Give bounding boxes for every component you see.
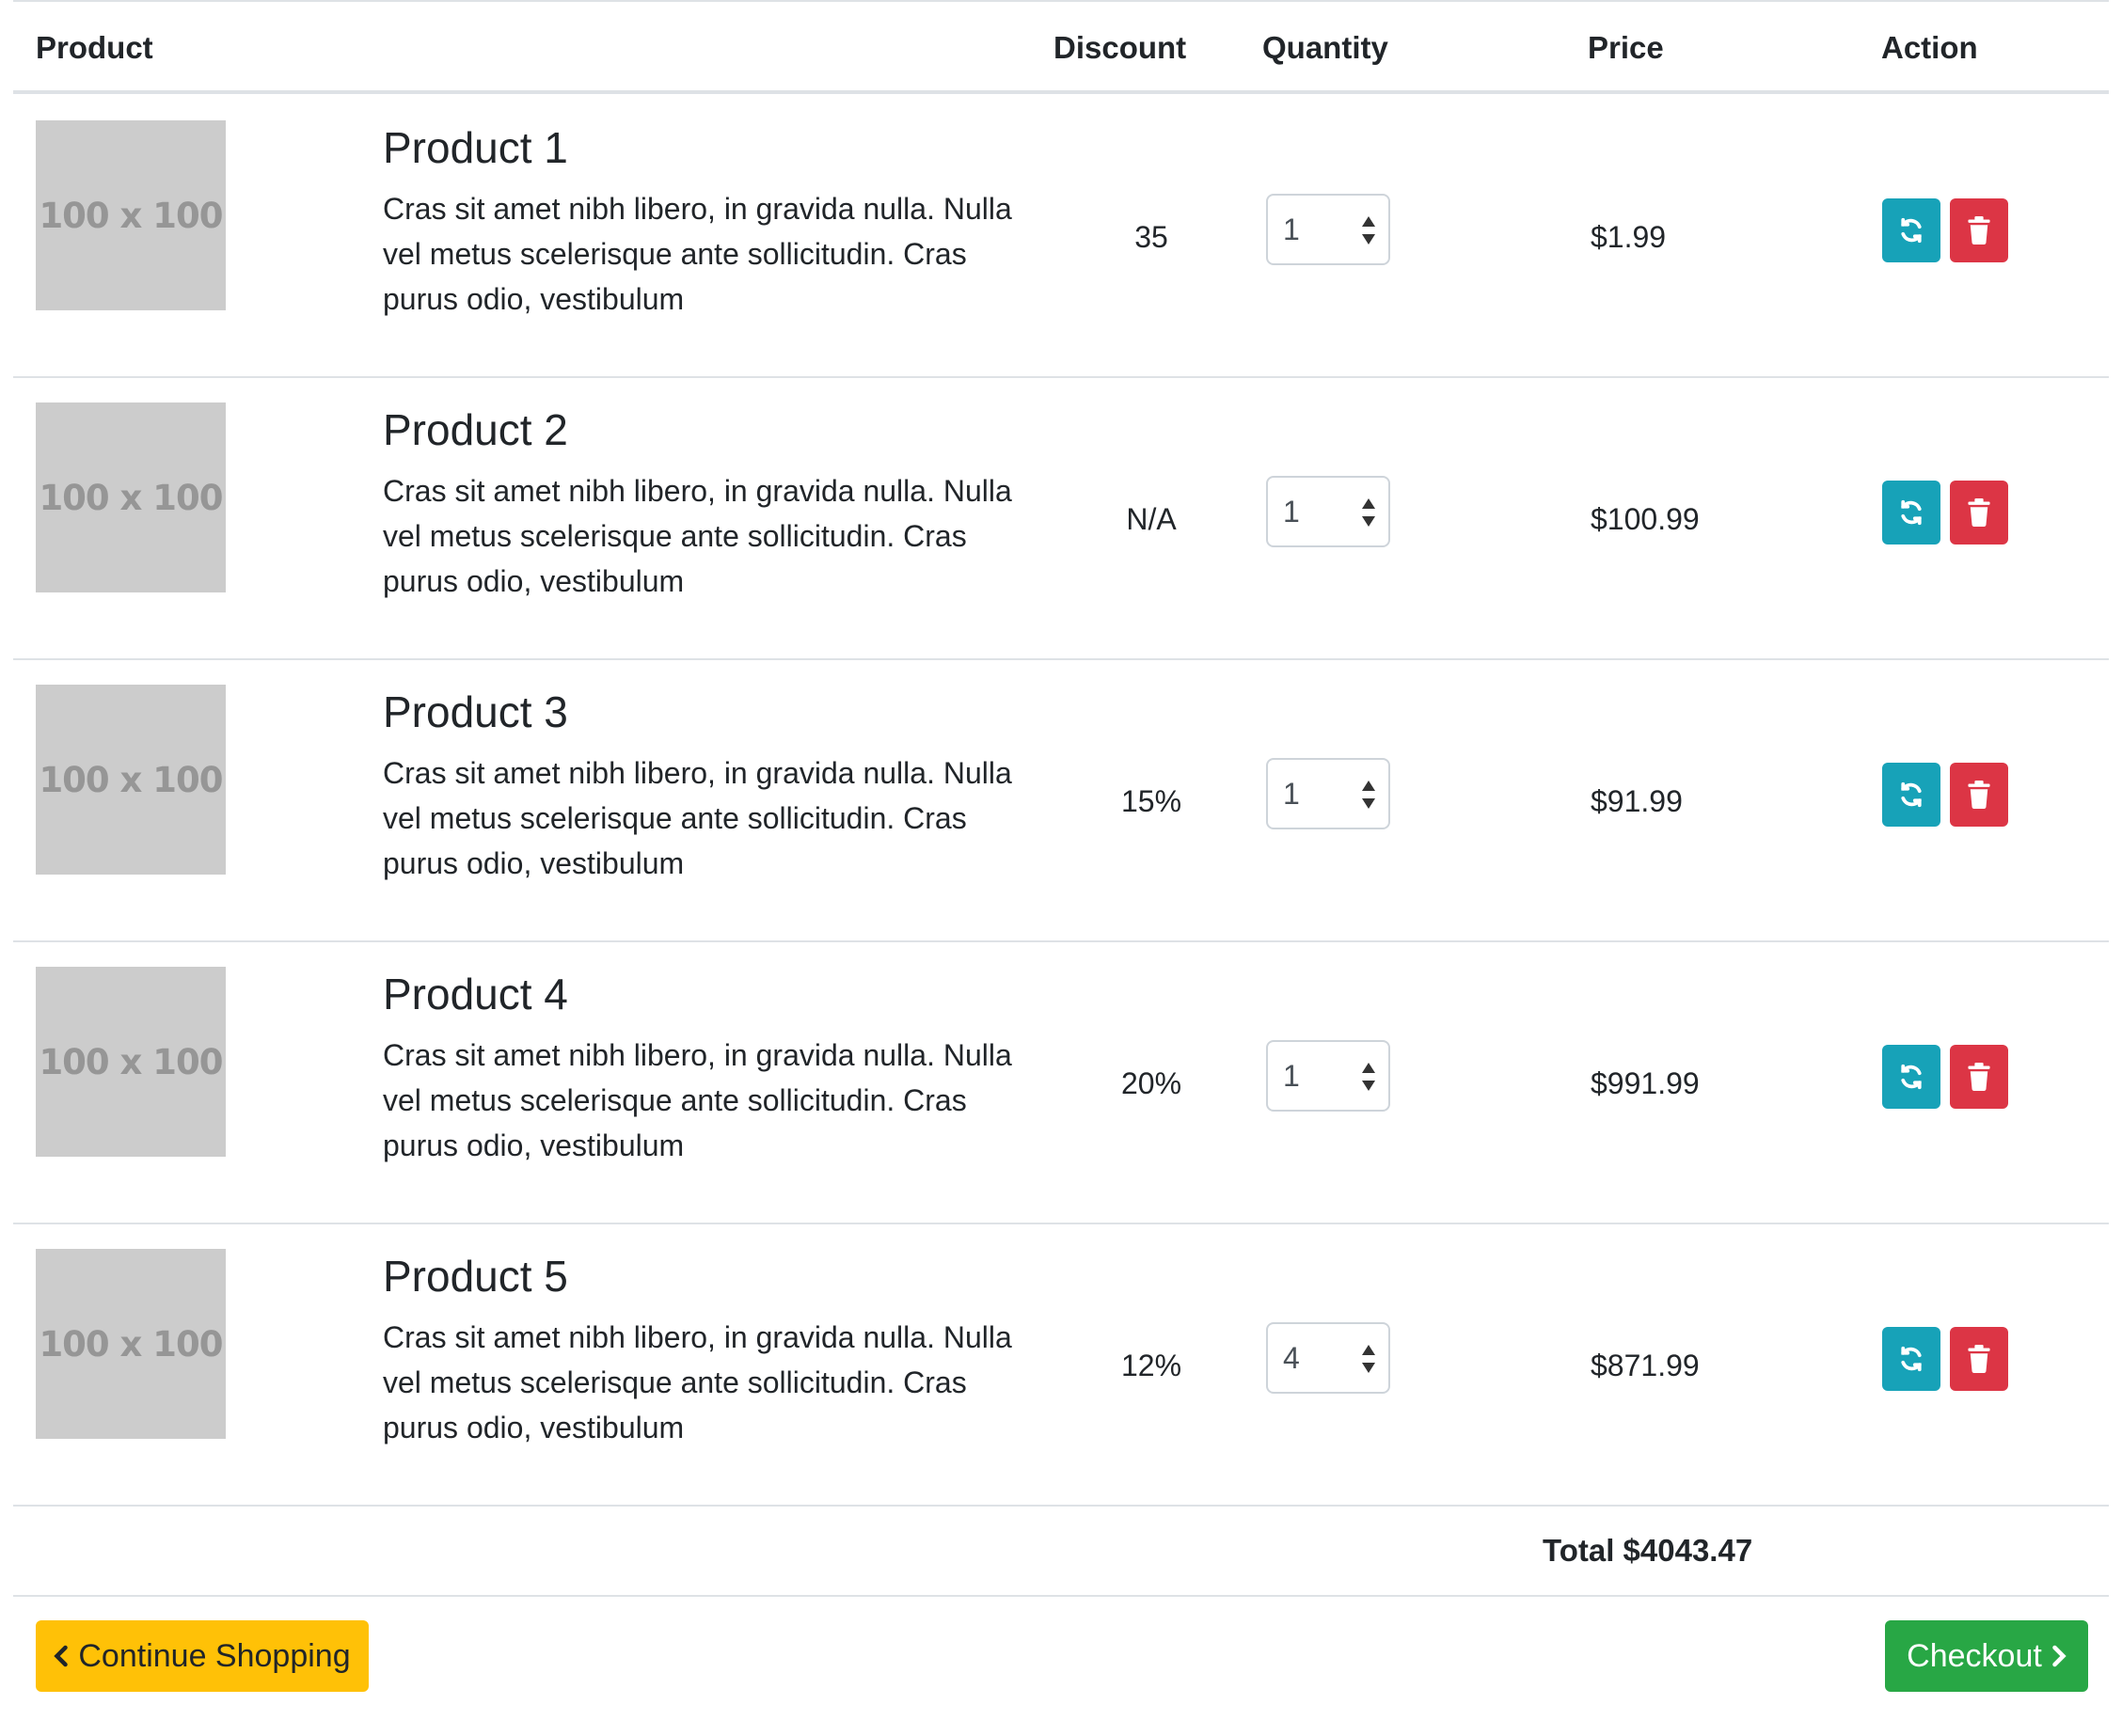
product-thumbnail: 100 x 100 bbox=[36, 120, 226, 310]
refresh-button[interactable] bbox=[1882, 1045, 1940, 1109]
refresh-icon bbox=[1901, 1346, 1922, 1372]
delete-button[interactable] bbox=[1950, 481, 2008, 544]
product-price: $91.99 bbox=[1591, 783, 1683, 818]
header-action: Action bbox=[1881, 30, 1978, 65]
product-discount: 12% bbox=[1120, 1348, 1182, 1382]
table-row: 100 x 100 Product 2 Cras sit amet nibh l… bbox=[13, 378, 2109, 660]
total-row: Total $4043.47 bbox=[13, 1505, 2109, 1597]
quantity-value: 1 bbox=[1283, 1059, 1300, 1093]
quantity-input[interactable]: 1 bbox=[1266, 194, 1390, 265]
product-name: Product 5 bbox=[383, 1252, 568, 1301]
product-description: Cras sit amet nibh libero, in gravida nu… bbox=[383, 1320, 1012, 1444]
product-discount: 35 bbox=[1134, 219, 1168, 254]
checkout-button[interactable]: Checkout bbox=[1885, 1620, 2088, 1692]
delete-button[interactable] bbox=[1950, 1327, 2008, 1391]
product-name: Product 3 bbox=[383, 687, 568, 736]
refresh-button[interactable] bbox=[1882, 1327, 1940, 1391]
refresh-button[interactable] bbox=[1882, 481, 1940, 544]
quantity-value: 4 bbox=[1283, 1341, 1300, 1375]
quantity-spinner[interactable] bbox=[1360, 781, 1377, 809]
refresh-icon bbox=[1901, 781, 1922, 808]
trash-icon bbox=[1968, 781, 1990, 809]
table-row: 100 x 100 Product 3 Cras sit amet nibh l… bbox=[13, 660, 2109, 942]
quantity-spinner[interactable] bbox=[1360, 498, 1377, 527]
product-price: $991.99 bbox=[1591, 1065, 1700, 1100]
refresh-icon bbox=[1901, 1064, 1922, 1090]
refresh-icon bbox=[1901, 499, 1922, 526]
product-name: Product 2 bbox=[383, 405, 568, 454]
checkout-label: Checkout bbox=[1907, 1637, 2042, 1674]
chevron-left-icon bbox=[54, 1645, 69, 1667]
quantity-input[interactable]: 1 bbox=[1266, 758, 1390, 829]
product-discount: N/A bbox=[1126, 501, 1177, 536]
quantity-value: 1 bbox=[1283, 213, 1300, 246]
table-row: 100 x 100 Product 1 Cras sit amet nibh l… bbox=[13, 96, 2109, 378]
product-price: $100.99 bbox=[1591, 501, 1700, 536]
quantity-input[interactable]: 4 bbox=[1266, 1322, 1390, 1394]
product-thumbnail: 100 x 100 bbox=[36, 685, 226, 875]
product-description: Cras sit amet nibh libero, in gravida nu… bbox=[383, 756, 1012, 880]
refresh-button[interactable] bbox=[1882, 763, 1940, 827]
quantity-value: 1 bbox=[1283, 777, 1300, 811]
refresh-icon bbox=[1901, 217, 1922, 244]
product-description: Cras sit amet nibh libero, in gravida nu… bbox=[383, 1038, 1012, 1162]
continue-shopping-button[interactable]: Continue Shopping bbox=[36, 1620, 369, 1692]
product-discount: 15% bbox=[1120, 783, 1182, 818]
header-discount: Discount bbox=[1053, 30, 1187, 65]
header-quantity: Quantity bbox=[1262, 30, 1388, 65]
product-description: Cras sit amet nibh libero, in gravida nu… bbox=[383, 192, 1012, 316]
product-name: Product 4 bbox=[383, 970, 568, 1018]
table-header: Product Discount Quantity Price Action bbox=[13, 2, 2109, 94]
chevron-right-icon bbox=[2051, 1645, 2067, 1667]
quantity-spinner[interactable] bbox=[1360, 1345, 1377, 1373]
trash-icon bbox=[1968, 216, 1990, 245]
product-thumbnail: 100 x 100 bbox=[36, 967, 226, 1157]
cart-table: Product Discount Quantity Price Action 1… bbox=[13, 0, 2109, 1736]
header-price: Price bbox=[1588, 30, 1664, 65]
product-description: Cras sit amet nibh libero, in gravida nu… bbox=[383, 474, 1012, 598]
delete-button[interactable] bbox=[1950, 763, 2008, 827]
quantity-input[interactable]: 1 bbox=[1266, 1040, 1390, 1112]
product-price: $871.99 bbox=[1591, 1348, 1700, 1382]
quantity-value: 1 bbox=[1283, 495, 1300, 529]
table-row: 100 x 100 Product 4 Cras sit amet nibh l… bbox=[13, 942, 2109, 1224]
product-thumbnail: 100 x 100 bbox=[36, 402, 226, 592]
quantity-input[interactable]: 1 bbox=[1266, 476, 1390, 547]
trash-icon bbox=[1968, 498, 1990, 527]
quantity-spinner[interactable] bbox=[1360, 216, 1377, 245]
delete-button[interactable] bbox=[1950, 198, 2008, 262]
continue-shopping-label: Continue Shopping bbox=[78, 1637, 351, 1674]
trash-icon bbox=[1968, 1345, 1990, 1373]
product-thumbnail: 100 x 100 bbox=[36, 1249, 226, 1439]
product-price: $1.99 bbox=[1591, 219, 1667, 254]
refresh-button[interactable] bbox=[1882, 198, 1940, 262]
table-row: 100 x 100 Product 5 Cras sit amet nibh l… bbox=[13, 1224, 2109, 1507]
delete-button[interactable] bbox=[1950, 1045, 2008, 1109]
quantity-spinner[interactable] bbox=[1360, 1063, 1377, 1091]
header-product: Product bbox=[36, 30, 153, 65]
product-name: Product 1 bbox=[383, 123, 568, 172]
trash-icon bbox=[1968, 1063, 1990, 1091]
cart-total: Total $4043.47 bbox=[1543, 1533, 1753, 1568]
product-discount: 20% bbox=[1120, 1065, 1182, 1100]
